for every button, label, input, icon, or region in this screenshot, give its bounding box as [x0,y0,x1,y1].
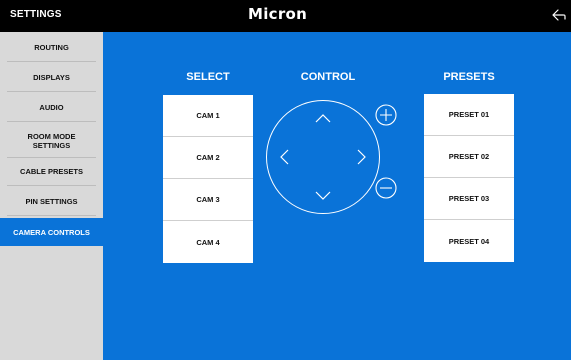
button-label: PRESET 02 [448,152,490,161]
sidebar-item-label: PIN SETTINGS [25,197,78,206]
sidebar-item-label: AUDIO [39,103,64,112]
button-label: PRESET 03 [448,194,490,203]
sidebar-item-routing[interactable]: ROUTING [7,34,96,62]
preset-03-button[interactable]: PRESET 03 [424,178,514,220]
sidebar-item-audio[interactable]: AUDIO [7,94,96,122]
sidebar-item-displays[interactable]: DISPLAYS [7,64,96,92]
camera-select-list: CAM 1 CAM 2 CAM 3 CAM 4 [163,95,253,263]
arrow-up-icon[interactable] [314,110,332,128]
preset-04-button[interactable]: PRESET 04 [424,220,514,262]
button-label: PRESET 01 [448,110,490,119]
sidebar-item-label: CAMERA CONTROLS [13,227,90,237]
zoom-out-icon[interactable] [375,177,397,199]
brand-logo: Micron [248,5,308,23]
sidebar-item-label: CABLE PRESETS [20,167,83,176]
page-title: SETTINGS [10,9,62,20]
sidebar-item-label: ROUTING [34,43,69,52]
sidebar-item-label: DISPLAYS [33,73,70,82]
ptz-dpad [266,100,380,214]
zoom-in-icon[interactable] [375,104,397,126]
back-icon[interactable] [551,8,567,22]
sidebar-item-camera-controls[interactable]: CAMERA CONTROLS [0,218,103,246]
arrow-right-icon[interactable] [352,148,370,166]
top-bar: SETTINGS Micron [0,0,571,32]
cam-3-button[interactable]: CAM 3 [163,179,253,221]
button-label: CAM 2 [196,153,220,162]
button-label: CAM 1 [196,111,220,120]
sidebar-item-cable-presets[interactable]: CABLE PRESETS [7,158,96,186]
preset-02-button[interactable]: PRESET 02 [424,136,514,178]
cam-2-button[interactable]: CAM 2 [163,137,253,179]
button-label: CAM 3 [196,195,220,204]
control-heading: CONTROL [300,71,356,83]
presets-heading: PRESETS [443,71,495,83]
cam-4-button[interactable]: CAM 4 [163,221,253,263]
arrow-left-icon[interactable] [276,148,294,166]
button-label: CAM 4 [196,237,220,247]
sidebar-item-room-mode-settings[interactable]: ROOM MODE SETTINGS [7,124,96,158]
arrow-down-icon[interactable] [314,186,332,204]
cam-1-button[interactable]: CAM 1 [163,95,253,137]
preset-01-button[interactable]: PRESET 01 [424,94,514,136]
button-label: PRESET 04 [448,236,490,246]
sidebar-item-label: ROOM MODE SETTINGS [27,131,76,150]
preset-list: PRESET 01 PRESET 02 PRESET 03 PRESET 04 [424,94,514,262]
sidebar-item-pin-settings[interactable]: PIN SETTINGS [7,188,96,216]
select-heading: SELECT [186,71,230,83]
sidebar: ROUTING DISPLAYS AUDIO ROOM MODE SETTING… [0,32,103,360]
camera-controls-panel: SELECT CAM 1 CAM 2 CAM 3 CAM 4 CONTROL P… [103,32,571,360]
